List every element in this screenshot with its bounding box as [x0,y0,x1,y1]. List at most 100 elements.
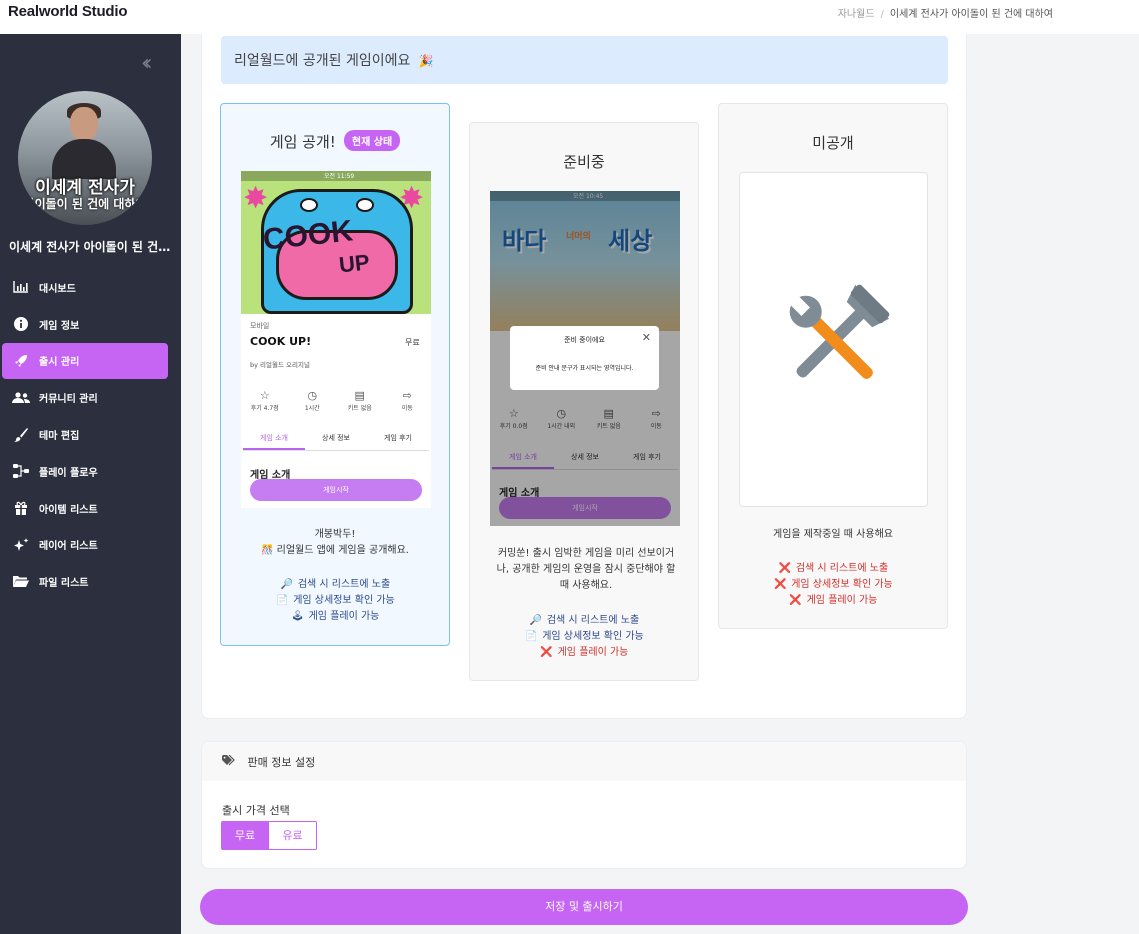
price-segmented-control: 무료 유료 [221,821,317,850]
sidebar-item-game-info[interactable]: 게임 정보 [0,306,181,343]
description-text: 리얼월드 앱에 게임을 공개해요. [276,545,409,556]
double-chevron-left-icon[interactable]: ‹‹ [141,51,152,76]
game-category: 모바일 [250,322,270,330]
phone-status-bar: 오전 11:59 [241,171,431,181]
thumbnail-face [70,107,98,141]
game-stats: ☆ 후기 4.7점 ◷ 1시간 ▤ 키트 없음 ⇨ 이동 [241,389,431,412]
game-name: COOK UP! [250,335,312,348]
sales-settings-header: 판매 정보 설정 [202,742,966,781]
flow-icon [12,464,30,479]
price-option-paid[interactable]: 유료 [269,821,317,850]
feature-item: ❌ 게임 플레이 가능 [719,593,947,609]
status-description: 커밍쑨! 출시 임박한 게임을 미리 선보이거나, 공개한 게임의 운영을 잠시… [496,548,676,591]
project-title: 이세계 전사가 아이돌이 된 건에 대하여 [9,240,177,254]
brush-icon [12,427,30,442]
brand-logo[interactable]: Realworld Studio [8,3,128,20]
preview-tab-intro: 게임 소개 [243,433,305,450]
feature-item: 📄 게임 상세정보 확인 가능 [470,629,698,645]
sidebar-item-theme[interactable]: 테마 편집 [0,416,181,453]
sidebar-item-release[interactable]: 출시 관리 [2,342,168,380]
status-option-private[interactable]: 미공개 게임을 제작중일 때 사용해요 ❌ 검색 시 리스트에 노출 ❌ 게임 상세… [718,103,948,629]
current-status-badge: 현재 상태 [343,130,401,151]
feature-text: 게임 플레이 가능 [308,611,380,622]
stat-label: 후기 4.7점 [250,405,279,412]
status-title: 준비중 [563,153,605,171]
feature-item: ❌ 게임 플레이 가능 [470,645,698,661]
preview-tabs: 게임 소개 상세 정보 게임 후기 [243,433,429,451]
magnifier-icon: 🔎 [280,579,294,590]
sidebar-item-layers[interactable]: 레이어 리스트 [0,527,181,564]
feature-text: 게임 상세정보 확인 가능 [542,631,644,642]
price-option-free[interactable]: 무료 [221,821,269,850]
sidebar-item-files[interactable]: 파일 리스트 [0,563,181,600]
monster-eye [356,198,374,212]
cross-icon: ❌ [778,563,792,574]
preparing-modal: 준비 중이에요 ✕ 준비 안내 문구가 표시되는 영역입니다. [510,326,659,390]
feature-text: 검색 시 리스트에 노출 [795,563,889,574]
feature-list: 🔎 검색 시 리스트에 노출 📄 게임 상세정보 확인 가능 ❌ 게임 플레이 가능 [470,613,698,661]
sidebar-item-label: 출시 관리 [39,357,80,369]
sidebar-item-label: 테마 편집 [39,431,80,443]
breadcrumb: 자나월드 / 이세계 전사가 아이돌이 된 건에 대하여 [838,5,1053,20]
feature-item: 🔎 검색 시 리스트에 노출 [470,613,698,629]
sidebar: ‹‹ 이세계 전사가 아이돌이 된 건에 대하여 이세계 전사가 아이돌이 된 … [0,34,181,934]
status-title: 미공개 [812,134,854,152]
status-title: 게임 공개! [269,133,336,151]
bar-chart-icon [12,280,30,294]
game-author: by 리얼월드 오리지널 [250,361,310,369]
status-option-published[interactable]: 게임 공개! 현재 상태 ✸ ✸ COOK UP 오전 11:59 모바일 CO… [220,103,450,646]
sales-settings-card: 판매 정보 설정 출시 가격 선택 무료 유료 [201,741,967,869]
stat-label: 키트 없음 [347,405,372,412]
joystick-icon: 🕹 [291,611,304,622]
stat-kit: ▤ 키트 없음 [336,389,384,412]
tag-icon [222,754,236,769]
feature-text: 검색 시 리스트에 노출 [297,579,391,590]
breadcrumb-current: 이세계 전사가 아이돌이 된 건에 대하여 [889,9,1053,20]
modal-body: 준비 안내 문구가 표시되는 영역입니다. [535,365,634,372]
sidebar-item-play-flow[interactable]: 플레이 플로우 [0,453,181,490]
sidebar-item-label: 아이템 리스트 [39,504,98,516]
sidebar-item-dashboard[interactable]: 대시보드 [0,269,181,306]
feature-item: ❌ 게임 상세정보 확인 가능 [719,577,947,593]
sidebar-item-label: 대시보드 [39,283,76,295]
feature-text: 게임 상세정보 확인 가능 [791,579,893,590]
map-icon: ▤ [354,389,365,402]
sidebar-item-community[interactable]: 커뮤니티 관리 [0,379,181,416]
save-and-release-button[interactable]: 저장 및 출시하기 [200,889,968,925]
feature-list: ❌ 검색 시 리스트에 노출 ❌ 게임 상세정보 확인 가능 ❌ 게임 플레이 가능 [719,561,947,609]
cook-up-cover-art: ✸ ✸ COOK UP 오전 11:59 [241,171,431,314]
stat-time: ◷ 1시간 [289,389,337,412]
clock-icon: ◷ [307,389,318,402]
stat-move: ⇨ 이동 [384,389,432,412]
feature-text: 검색 시 리스트에 노출 [546,615,640,626]
preview-start-button: 게임시작 [250,479,422,501]
party-popper-icon: 🎉 [418,54,434,68]
modal-title: 준비 중이에요 [564,336,605,344]
description-line: 개봉박두! [314,529,356,540]
monster-eye [300,198,318,212]
breadcrumb-separator: / [880,9,884,20]
feature-text: 게임 플레이 가능 [557,647,629,658]
document-icon: 📄 [275,595,289,606]
phone-status-time: 오전 11:59 [324,173,355,180]
sidebar-item-label: 레이어 리스트 [39,541,98,553]
status-description: 개봉박두! 🎊 리얼월드 앱에 게임을 공개해요. [221,527,449,559]
sidebar-item-items[interactable]: 아이템 리스트 [0,490,181,527]
sidebar-item-label: 게임 정보 [39,320,80,332]
breadcrumb-root[interactable]: 자나월드 [838,9,875,20]
cover-title-cook: COOK [261,214,355,257]
feature-item: 🔎 검색 시 리스트에 노출 [221,577,449,593]
status-banner: 리얼월드에 공개된 게임이에요 🎉 [221,36,948,84]
stat-label: 1시간 [304,405,320,412]
sparkle-emoji-icon: 🎊 [261,545,274,556]
feature-item: 🕹 게임 플레이 가능 [221,609,449,625]
cross-icon: ❌ [773,579,787,590]
sidebar-menu: 대시보드 게임 정보 출시 관리 커뮤니티 관리 테마 편집 플레이 플로우 아… [0,269,181,600]
close-icon: ✕ [641,331,651,344]
game-price: 무료 [405,338,420,347]
sidebar-item-label: 플레이 플로우 [39,467,98,479]
preview-tab-detail: 상세 정보 [322,434,350,442]
info-icon [12,317,30,332]
status-option-preparing[interactable]: 준비중 바다 너머의 세상 오전 10:45 ☆ 후기 0.0점 ◷ 1시간 내외 … [469,122,699,681]
tools-icon [788,284,890,379]
